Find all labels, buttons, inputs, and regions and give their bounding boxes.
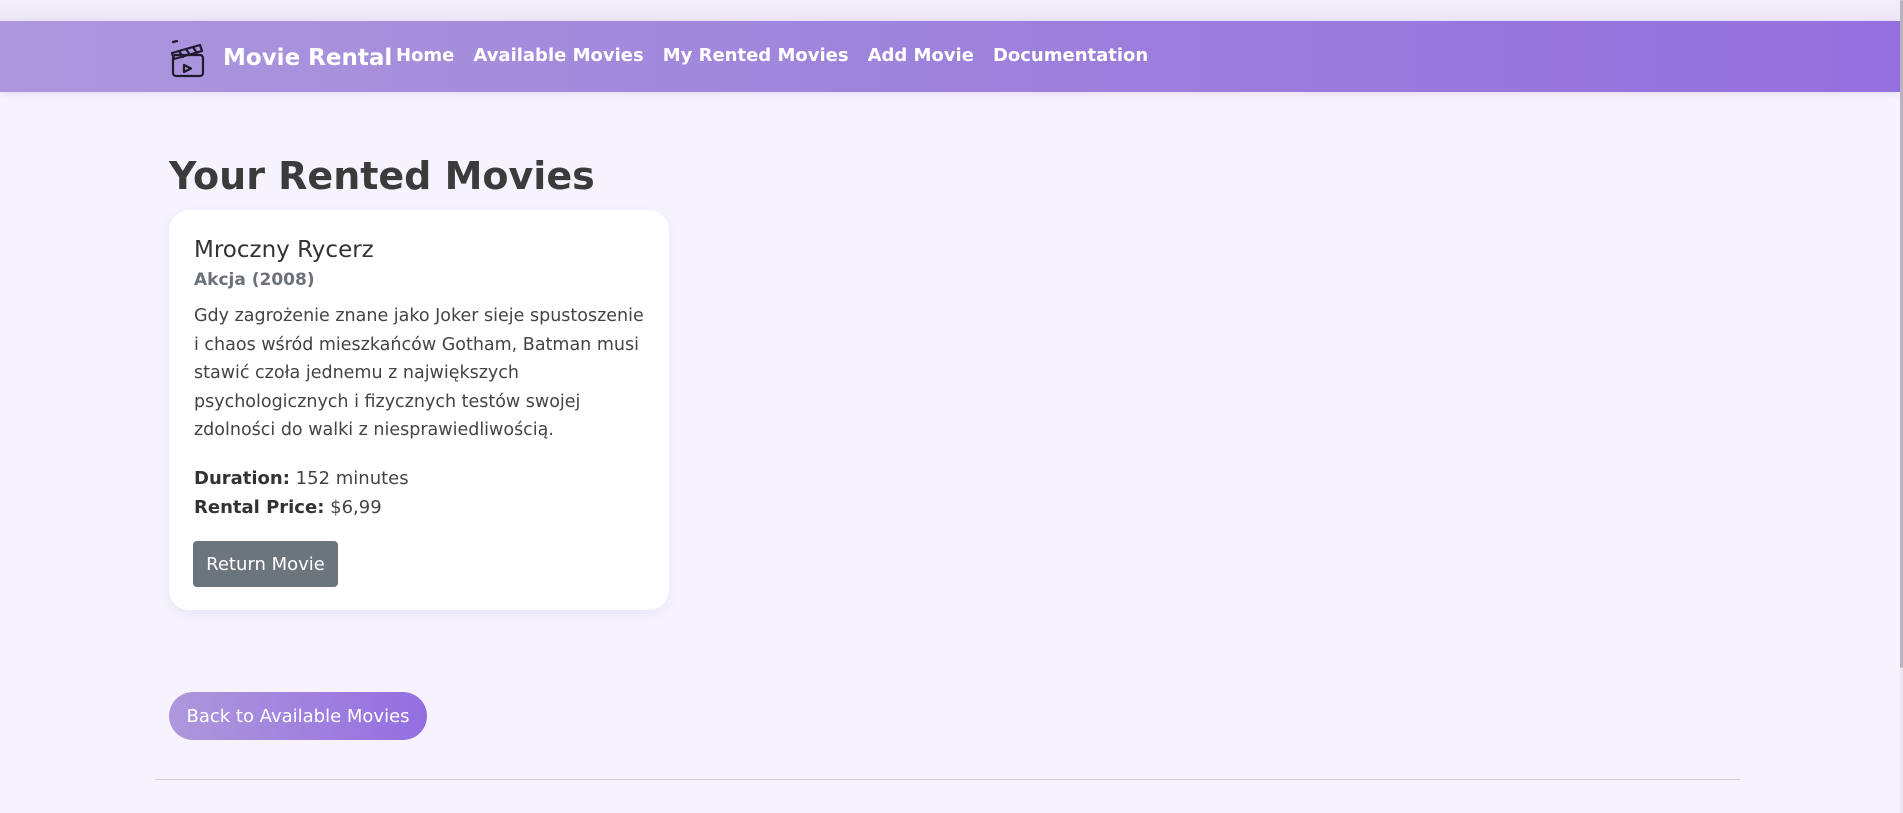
duration-label: Duration: bbox=[194, 468, 290, 489]
return-movie-button[interactable]: Return Movie bbox=[193, 541, 338, 587]
footer-divider bbox=[155, 779, 1740, 780]
brand-name: Movie Rental bbox=[223, 45, 393, 71]
duration-value: 152 minutes bbox=[295, 468, 409, 489]
nav-link-my-rented-movies[interactable]: My Rented Movies bbox=[663, 45, 849, 66]
movie-genre-year: Akcja (2008) bbox=[194, 270, 315, 290]
brand[interactable]: Movie Rental bbox=[169, 38, 392, 78]
nav-links: Home Available Movies My Rented Movies A… bbox=[396, 45, 1167, 66]
top-strip bbox=[0, 0, 1900, 21]
movie-rental-price: Rental Price: $6,99 bbox=[194, 497, 382, 518]
nav-link-documentation[interactable]: Documentation bbox=[993, 45, 1148, 66]
movie-duration: Duration: 152 minutes bbox=[194, 468, 409, 489]
navbar: Movie Rental Home Available Movies My Re… bbox=[0, 21, 1900, 92]
rental-price-label: Rental Price: bbox=[194, 497, 325, 518]
movie-card: Mroczny Rycerz Akcja (2008) Gdy zagrożen… bbox=[169, 210, 669, 610]
back-to-available-movies-button[interactable]: Back to Available Movies bbox=[169, 692, 427, 740]
nav-link-available-movies[interactable]: Available Movies bbox=[473, 45, 643, 66]
movie-description: Gdy zagrożenie znane jako Joker sieje sp… bbox=[194, 306, 644, 440]
nav-link-add-movie[interactable]: Add Movie bbox=[868, 45, 974, 66]
nav-link-home[interactable]: Home bbox=[396, 45, 454, 66]
page-title: Your Rented Movies bbox=[169, 154, 595, 198]
clapperboard-icon bbox=[169, 38, 207, 78]
rental-price-value: $6,99 bbox=[330, 497, 382, 518]
movie-title: Mroczny Rycerz bbox=[194, 237, 374, 263]
